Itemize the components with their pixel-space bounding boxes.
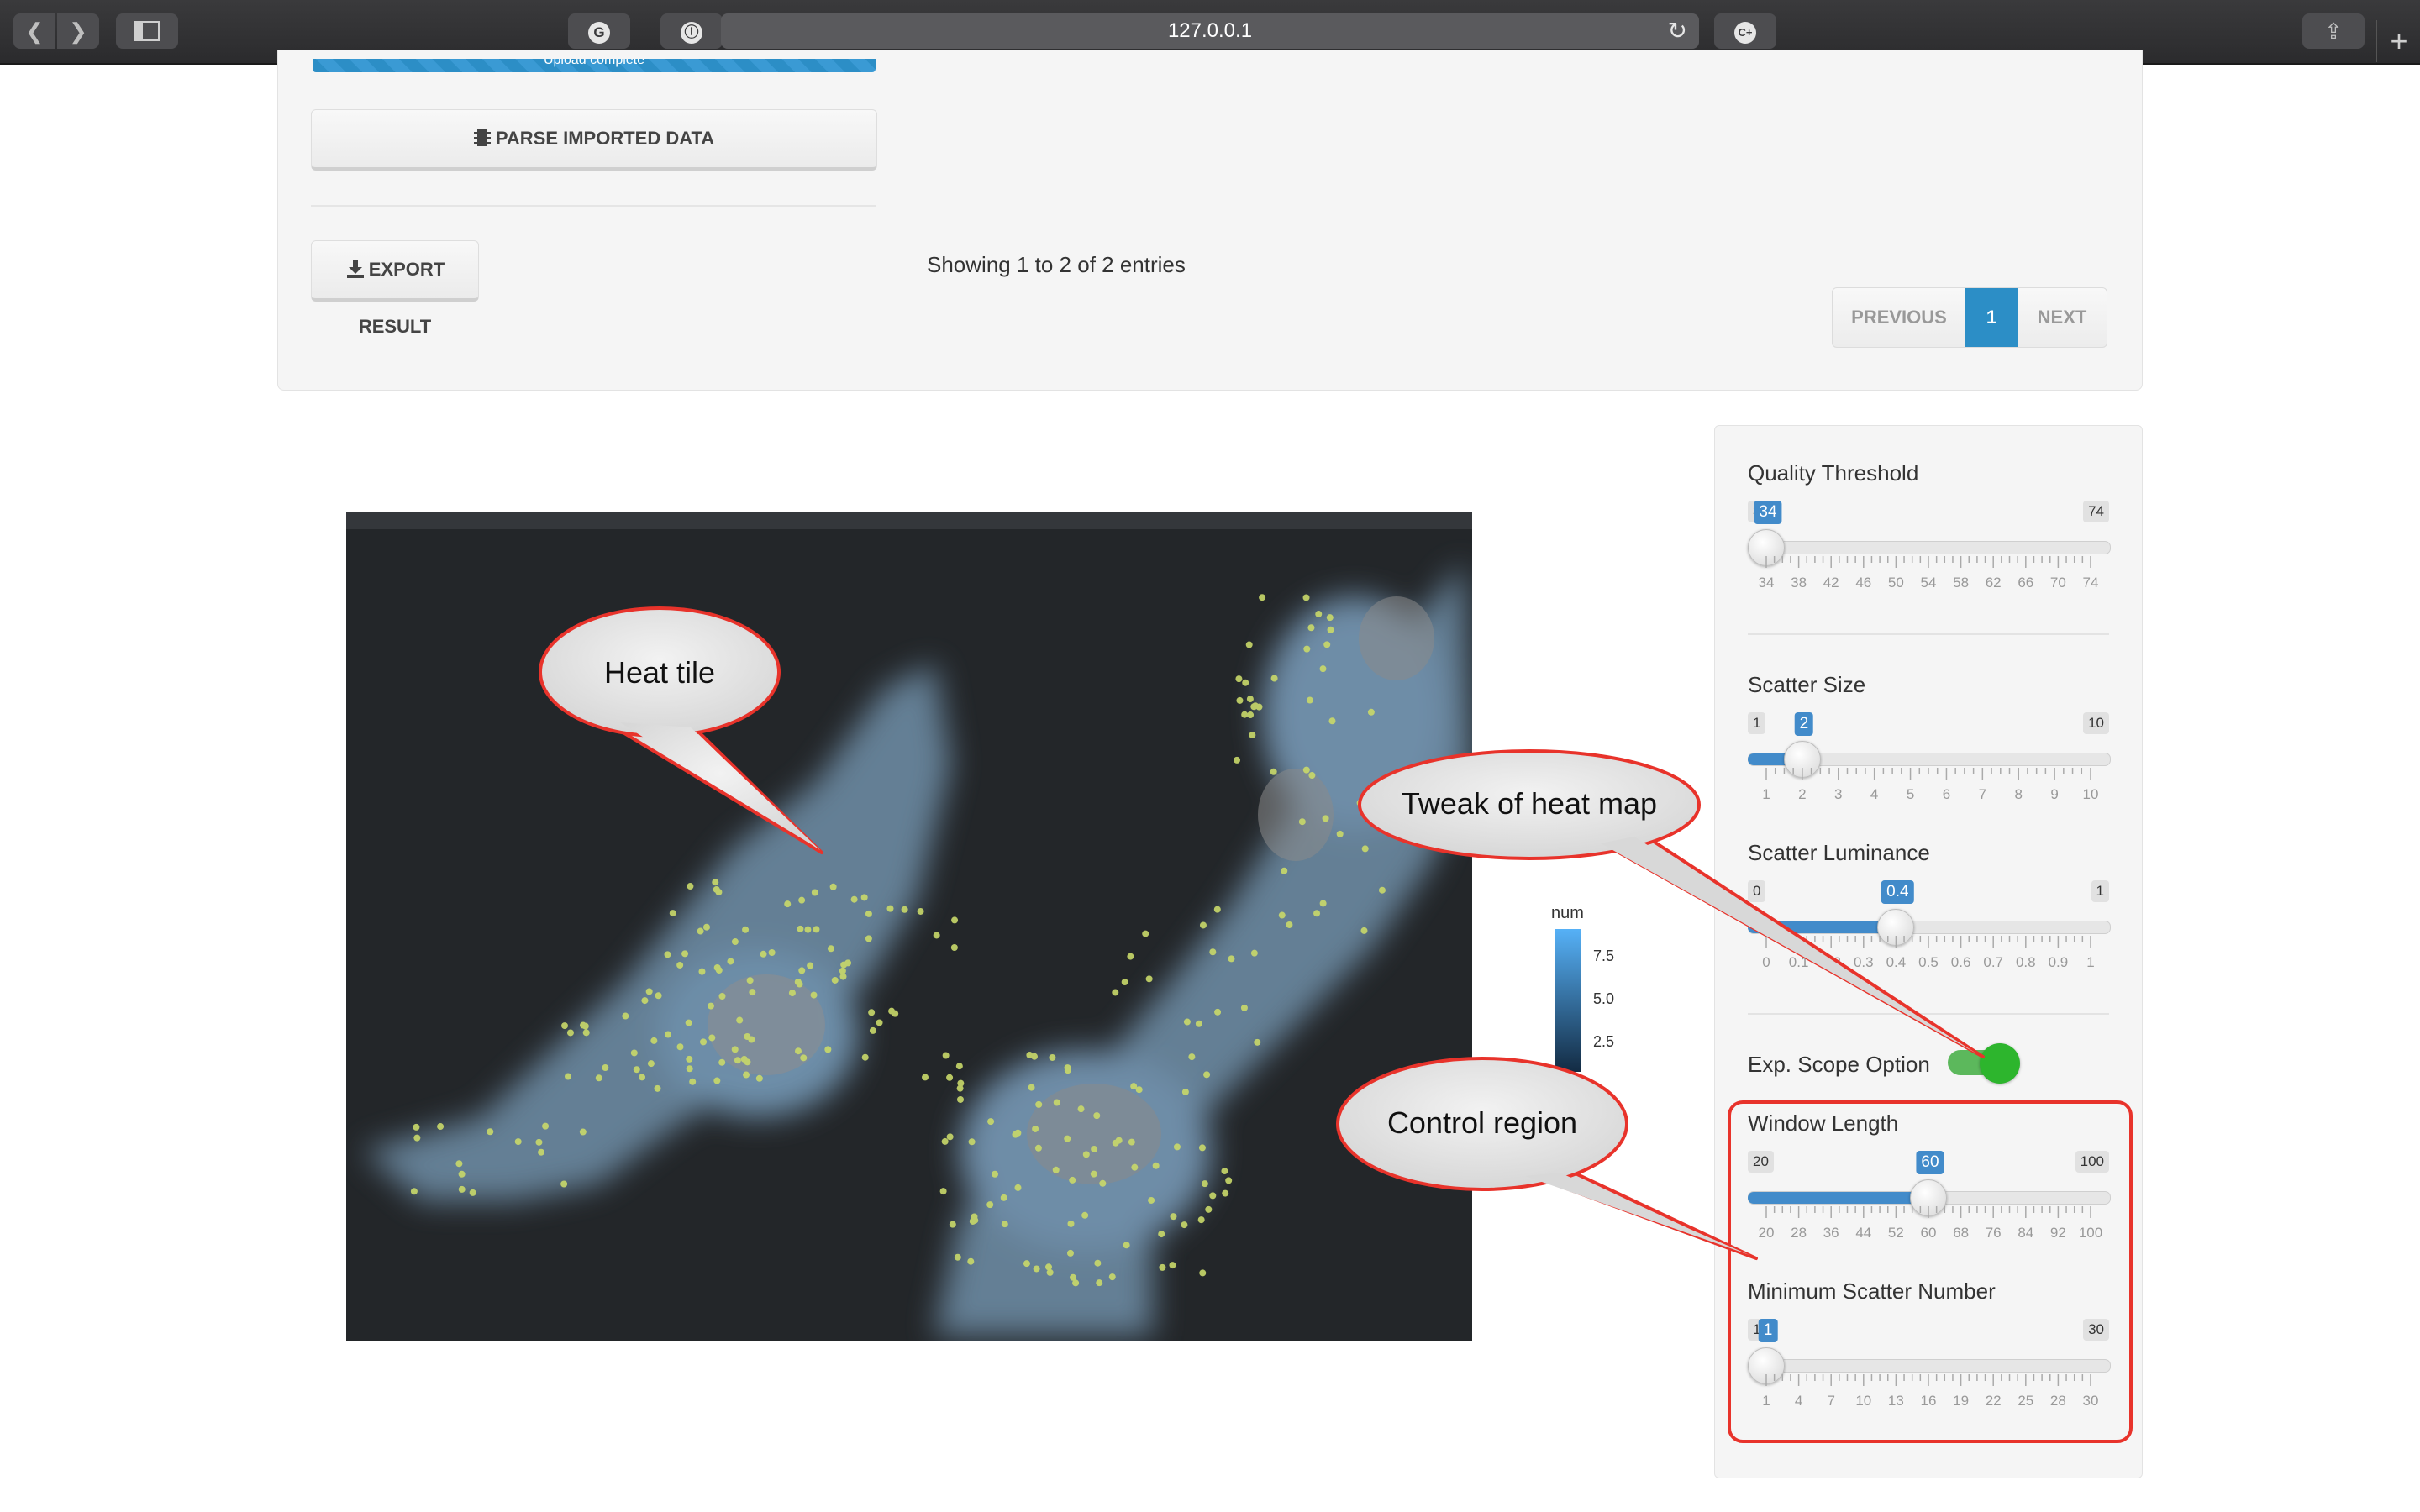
heat-tile-callout: [539, 606, 823, 854]
heat-tile-callout-text: Heat tile: [603, 655, 716, 690]
tweak-callout-text: Tweak of heat map: [1401, 786, 1658, 821]
control-region-callout: [1336, 1057, 1758, 1260]
control-region-callout-text: Control region: [1386, 1105, 1578, 1140]
annotation-layer: [539, 606, 1985, 1260]
